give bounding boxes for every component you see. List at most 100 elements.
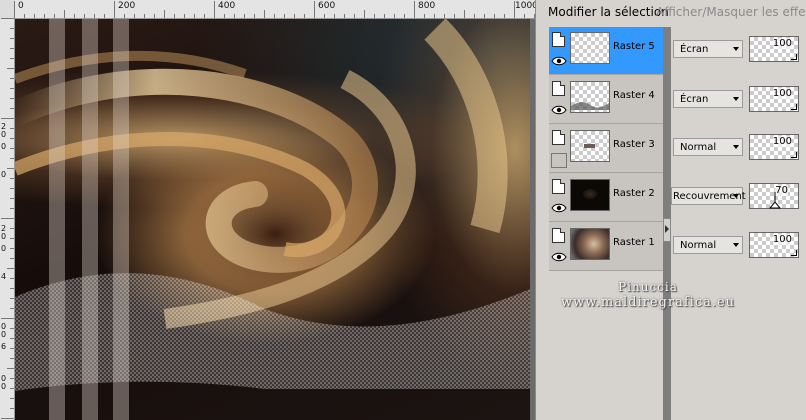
eye-icon[interactable]	[551, 55, 567, 67]
chevron-right-icon	[665, 225, 669, 233]
layer-name[interactable]: Raster 1	[613, 237, 655, 248]
layer-row-raster-3[interactable]: Raster 3	[549, 125, 665, 173]
ruler-tick	[1, 418, 14, 419]
ruler-tick	[10, 108, 14, 109]
ruler-tick	[10, 398, 14, 399]
ruler-tick	[144, 14, 145, 18]
layer-name[interactable]: Raster 4	[613, 90, 655, 101]
panel-header: Modifier la sélection Afficher/Masquer l…	[536, 0, 806, 24]
ruler-label: 0	[1, 142, 7, 151]
ruler-label: 0	[1, 330, 7, 339]
modify-selection-button[interactable]: Modifier la sélection	[548, 5, 669, 19]
opacity-value: 100	[772, 88, 792, 99]
layer-properties-row: Normal 100	[673, 232, 801, 262]
ruler-tick	[64, 10, 65, 18]
ruler-tick	[10, 208, 14, 209]
ruler-tick	[484, 14, 485, 18]
eye-icon[interactable]	[551, 251, 567, 263]
eye-icon[interactable]	[551, 104, 567, 116]
ruler-tick	[10, 408, 14, 409]
layer-thumbnail	[570, 81, 610, 113]
canvas-area[interactable]: 0 200 400 600 800 1000 2 0 0 0 2 0 0 4 0…	[0, 0, 535, 420]
blend-mode-dropdown[interactable]: Normal	[673, 138, 743, 156]
document-icon	[552, 81, 565, 96]
ruler-tick	[444, 14, 445, 18]
layer-row-raster-2[interactable]: Raster 2	[549, 174, 665, 222]
ruler-label: 6	[1, 342, 7, 351]
ruler-tick	[464, 10, 465, 18]
ruler-tick	[404, 14, 405, 18]
ruler-tick	[294, 14, 295, 18]
ruler-label: 4	[1, 272, 7, 281]
ruler-tick	[284, 14, 285, 18]
hidden-visibility-box[interactable]	[551, 153, 567, 168]
opacity-field[interactable]: 100	[749, 36, 799, 62]
ruler-tick	[10, 258, 14, 259]
ruler-tick	[24, 14, 25, 18]
ruler-tick	[10, 288, 14, 289]
ruler-tick	[10, 138, 14, 139]
ruler-tick	[10, 148, 14, 149]
layer-row-raster-4[interactable]: Raster 4	[549, 76, 665, 124]
blend-mode-label: Écran	[680, 94, 709, 105]
watermark-url: www.maldiregrafica.eu	[560, 295, 736, 310]
horizontal-ruler: 0 200 400 600 800 1000	[14, 0, 535, 19]
ruler-tick	[234, 14, 235, 18]
ruler-tick	[10, 28, 14, 29]
layer-row-raster-1[interactable]: Raster 1	[549, 223, 665, 271]
ruler-tick	[10, 378, 14, 379]
layer-toggles	[551, 29, 567, 73]
layer-name[interactable]: Raster 5	[613, 41, 655, 52]
layer-toggles	[551, 176, 567, 220]
resize-corner-icon	[791, 54, 797, 60]
ruler-label: 1000	[515, 1, 535, 11]
ruler-tick	[104, 14, 105, 18]
opacity-field[interactable]: 70	[749, 183, 799, 209]
ruler-tick	[124, 14, 125, 18]
ruler-tick	[10, 158, 14, 159]
opacity-slider-handle-icon[interactable]	[768, 192, 782, 210]
ruler-tick	[34, 14, 35, 18]
ruler-tick	[1, 318, 14, 319]
ruler-tick	[414, 1, 415, 18]
layer-toggles	[551, 127, 567, 171]
image-canvas[interactable]	[15, 19, 530, 420]
eye-icon[interactable]	[551, 202, 567, 214]
ruler-tick	[1, 218, 14, 219]
ruler-tick	[1, 18, 14, 19]
ruler-label: 0	[1, 170, 7, 179]
chevron-down-icon	[733, 243, 739, 247]
layer-name[interactable]: Raster 3	[613, 139, 655, 150]
ruler-tick	[314, 1, 315, 18]
opacity-field[interactable]: 100	[749, 232, 799, 258]
opacity-field[interactable]: 100	[749, 86, 799, 112]
ruler-tick	[374, 14, 375, 18]
layer-row-raster-5[interactable]: Raster 5	[549, 27, 665, 75]
ruler-tick	[344, 14, 345, 18]
ruler-tick	[114, 1, 115, 18]
blend-mode-dropdown[interactable]: Recouvrement	[671, 187, 746, 205]
blend-mode-dropdown[interactable]: Normal	[673, 236, 743, 254]
layer-name[interactable]: Raster 2	[613, 188, 655, 199]
ruler-tick	[434, 14, 435, 18]
ruler-tick	[424, 14, 425, 18]
stripe	[49, 19, 65, 420]
ruler-tick	[10, 248, 14, 249]
layer-properties-row: Écran 100	[673, 86, 801, 116]
toggle-mask-effects-button[interactable]: Afficher/Masquer les effets de	[656, 5, 806, 19]
ruler-tick	[224, 14, 225, 18]
ruler-tick	[10, 348, 14, 349]
ruler-label: 0	[1, 232, 7, 241]
ruler-tick	[7, 368, 14, 369]
blend-mode-dropdown[interactable]: Écran	[673, 90, 743, 108]
chevron-down-icon	[733, 47, 739, 51]
ruler-corner	[0, 0, 15, 19]
chevron-down-icon	[733, 97, 739, 101]
ruler-tick	[384, 14, 385, 18]
ruler-tick	[10, 238, 14, 239]
blend-mode-dropdown[interactable]: Écran	[673, 40, 743, 58]
ruler-tick	[254, 14, 255, 18]
opacity-field[interactable]: 100	[749, 134, 799, 160]
ruler-tick	[10, 308, 14, 309]
glow-thumbnail	[583, 189, 597, 199]
